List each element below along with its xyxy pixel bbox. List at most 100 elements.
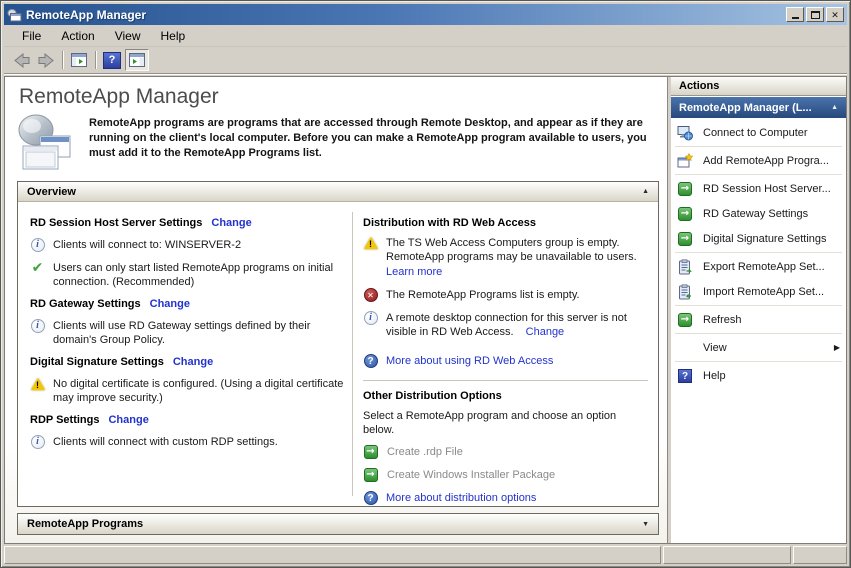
option-label: Create Windows Installer Package xyxy=(387,469,555,481)
option-label: Create .rdp File xyxy=(387,446,463,458)
add-program-icon xyxy=(677,153,693,169)
overview-header[interactable]: Overview ▲ xyxy=(18,182,658,202)
programs-header-label: RemoteApp Programs xyxy=(27,518,143,530)
status-text: Clients will connect to: WINSERVER-2 xyxy=(53,238,241,252)
overview-right-column: Distribution with RD Web Access The TS W… xyxy=(353,202,658,506)
actions-pane: Actions RemoteApp Manager (L... ▲ xyxy=(671,77,846,543)
help-toolbar-button[interactable] xyxy=(100,49,124,71)
status-bar xyxy=(4,544,847,564)
green-arrow-icon xyxy=(678,313,692,327)
create-rdp-file-option[interactable]: Create .rdp File xyxy=(363,445,648,459)
status-item: The RemoteApp Programs list is empty. xyxy=(363,288,648,302)
action-help[interactable]: Help xyxy=(671,363,846,388)
action-add-remoteapp-program[interactable]: Add RemoteApp Progra... xyxy=(671,148,846,173)
change-link[interactable]: Change xyxy=(211,217,251,229)
console-tree-button[interactable] xyxy=(67,49,91,71)
change-link[interactable]: Change xyxy=(108,414,148,426)
menu-view[interactable]: View xyxy=(105,26,151,46)
console-window-icon xyxy=(71,53,87,67)
status-section-mid xyxy=(663,546,791,564)
green-arrow-icon xyxy=(678,182,692,196)
status-item: A remote desktop connection for this ser… xyxy=(363,311,648,339)
forward-button[interactable] xyxy=(34,49,58,71)
section-title: RD Gateway Settings xyxy=(30,298,141,310)
maximize-button[interactable] xyxy=(806,7,824,22)
status-text: Clients will use RD Gateway settings def… xyxy=(53,319,344,347)
remoteapp-large-icon xyxy=(15,111,79,175)
maximize-icon xyxy=(811,11,820,19)
action-import-remoteapp-settings[interactable]: Import RemoteApp Set... xyxy=(671,279,846,304)
status-text: A remote desktop connection for this ser… xyxy=(386,312,627,338)
action-refresh[interactable]: Refresh xyxy=(671,307,846,332)
green-arrow-icon xyxy=(678,232,692,246)
action-digital-signature-settings[interactable]: Digital Signature Settings xyxy=(671,226,846,251)
more-web-access-link[interactable]: More about using RD Web Access xyxy=(386,355,553,367)
actions-separator xyxy=(675,174,842,175)
other-options-subtitle: Select a RemoteApp program and choose an… xyxy=(363,409,643,437)
overview-panel: Overview ▲ RD Session Host Server Settin… xyxy=(17,181,659,507)
status-item: Clients will connect to: WINSERVER-2 xyxy=(30,238,344,252)
help-icon xyxy=(364,491,378,505)
action-view[interactable]: View ▶ xyxy=(671,335,846,360)
minimize-button[interactable] xyxy=(786,7,804,22)
action-rd-gateway-settings[interactable]: RD Gateway Settings xyxy=(671,201,846,226)
action-label: RD Session Host Server... xyxy=(703,183,831,195)
action-label: Digital Signature Settings xyxy=(703,233,827,245)
action-label: Add RemoteApp Progra... xyxy=(703,155,829,167)
more-distribution-link[interactable]: More about distribution options xyxy=(386,492,536,504)
change-link[interactable]: Change xyxy=(173,356,213,368)
green-arrow-icon xyxy=(678,207,692,221)
info-icon xyxy=(31,238,45,252)
toolbar-separator xyxy=(62,51,63,69)
back-icon xyxy=(12,52,31,69)
action-label: View xyxy=(703,342,727,354)
page-title: RemoteApp Manager xyxy=(5,77,667,109)
intro-text: RemoteApp programs are programs that are… xyxy=(89,111,657,175)
remoteapp-manager-window: RemoteApp Manager File Action View Help xyxy=(0,0,851,568)
section-rd-gateway: RD Gateway Settings Change xyxy=(30,298,344,310)
change-link[interactable]: Change xyxy=(526,326,565,338)
menu-action[interactable]: Action xyxy=(51,26,104,46)
menu-file[interactable]: File xyxy=(12,26,51,46)
action-connect-to-computer[interactable]: Connect to Computer xyxy=(671,120,846,145)
main-pane: RemoteApp Manager RemoteAp xyxy=(5,77,667,543)
action-rd-session-host-settings[interactable]: RD Session Host Server... xyxy=(671,176,846,201)
status-text: The TS Web Access Computers group is emp… xyxy=(386,237,637,263)
back-button[interactable] xyxy=(9,49,33,71)
status-item: Users can only start listed RemoteApp pr… xyxy=(30,261,344,289)
create-installer-package-option[interactable]: Create Windows Installer Package xyxy=(363,468,648,482)
green-arrow-icon xyxy=(364,468,378,482)
warning-icon xyxy=(364,237,378,249)
action-label: RD Gateway Settings xyxy=(703,208,808,220)
close-button[interactable] xyxy=(826,7,844,22)
window-title: RemoteApp Manager xyxy=(26,8,782,22)
status-section-right xyxy=(793,546,847,564)
title-bar[interactable]: RemoteApp Manager xyxy=(4,4,847,25)
action-export-remoteapp-settings[interactable]: Export RemoteApp Set... xyxy=(671,254,846,279)
import-icon xyxy=(677,284,693,300)
submenu-arrow-icon: ▶ xyxy=(834,343,840,352)
collapse-icon[interactable]: ▲ xyxy=(831,104,838,111)
action-label: Refresh xyxy=(703,314,742,326)
expand-icon[interactable]: ▼ xyxy=(642,521,649,528)
actions-pane-title: Actions xyxy=(671,77,846,96)
console-content: RemoteApp Manager RemoteAp xyxy=(4,76,847,544)
actions-group-header[interactable]: RemoteApp Manager (L... ▲ xyxy=(671,97,846,118)
action-pane-toggle-button[interactable] xyxy=(125,49,149,71)
section-rd-session-host: RD Session Host Server Settings Change xyxy=(30,217,344,229)
status-item: No digital certificate is configured. (U… xyxy=(30,377,344,405)
menu-bar: File Action View Help xyxy=(4,25,847,47)
status-section-main xyxy=(4,546,661,564)
section-title: Digital Signature Settings xyxy=(30,356,164,368)
programs-panel: RemoteApp Programs ▼ xyxy=(17,513,659,535)
menu-help[interactable]: Help xyxy=(151,26,196,46)
info-icon xyxy=(31,319,45,333)
programs-header[interactable]: RemoteApp Programs ▼ xyxy=(18,514,658,534)
change-link[interactable]: Change xyxy=(150,298,190,310)
collapse-icon[interactable]: ▲ xyxy=(642,188,649,195)
section-title: RD Session Host Server Settings xyxy=(30,217,202,229)
section-rdp-settings: RDP Settings Change xyxy=(30,414,344,426)
window-app-icon xyxy=(7,8,22,22)
help-icon xyxy=(364,354,378,368)
learn-more-link[interactable]: Learn more xyxy=(386,265,648,279)
